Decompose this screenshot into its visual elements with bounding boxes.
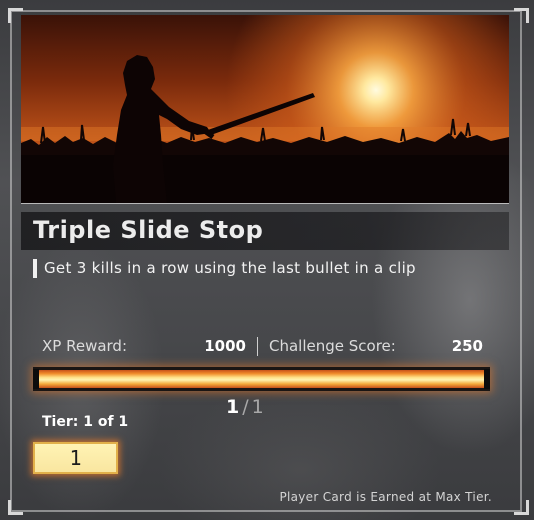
- progress-bar: [33, 367, 490, 391]
- progress-current: 1: [226, 396, 240, 418]
- xp-reward-label: XP Reward:: [42, 337, 128, 355]
- challenge-score-label: Challenge Score:: [269, 337, 396, 355]
- progress-total: 1: [251, 396, 264, 418]
- reward-separator: [257, 337, 258, 356]
- title-bar: Triple Slide Stop: [21, 212, 509, 250]
- progress-fill: [39, 370, 484, 388]
- tier-selector[interactable]: 1: [33, 442, 118, 474]
- xp-reward-value: 1000: [204, 337, 246, 355]
- progress-track: [39, 370, 484, 388]
- progress-count: 1/1: [226, 396, 286, 418]
- progress-cap-right: [484, 369, 490, 389]
- progress-separator: /: [242, 396, 249, 418]
- samurai-sunset-image: [21, 15, 509, 203]
- reward-row: XP Reward: 1000 Challenge Score: 250: [42, 337, 486, 357]
- challenge-title: Triple Slide Stop: [33, 216, 264, 244]
- tier-label: Tier: 1 of 1: [42, 414, 129, 430]
- description-accent-bar: [33, 259, 37, 278]
- frame-corner-top-right: [514, 8, 529, 23]
- challenge-description: Get 3 kills in a row using the last bull…: [44, 259, 416, 277]
- challenge-score-value: 250: [451, 337, 483, 355]
- frame-corner-bottom-right: [514, 500, 529, 515]
- challenge-image: [21, 15, 509, 204]
- player-card-note: Player Card is Earned at Max Tier.: [279, 490, 492, 504]
- frame-corner-bottom-left: [8, 500, 23, 515]
